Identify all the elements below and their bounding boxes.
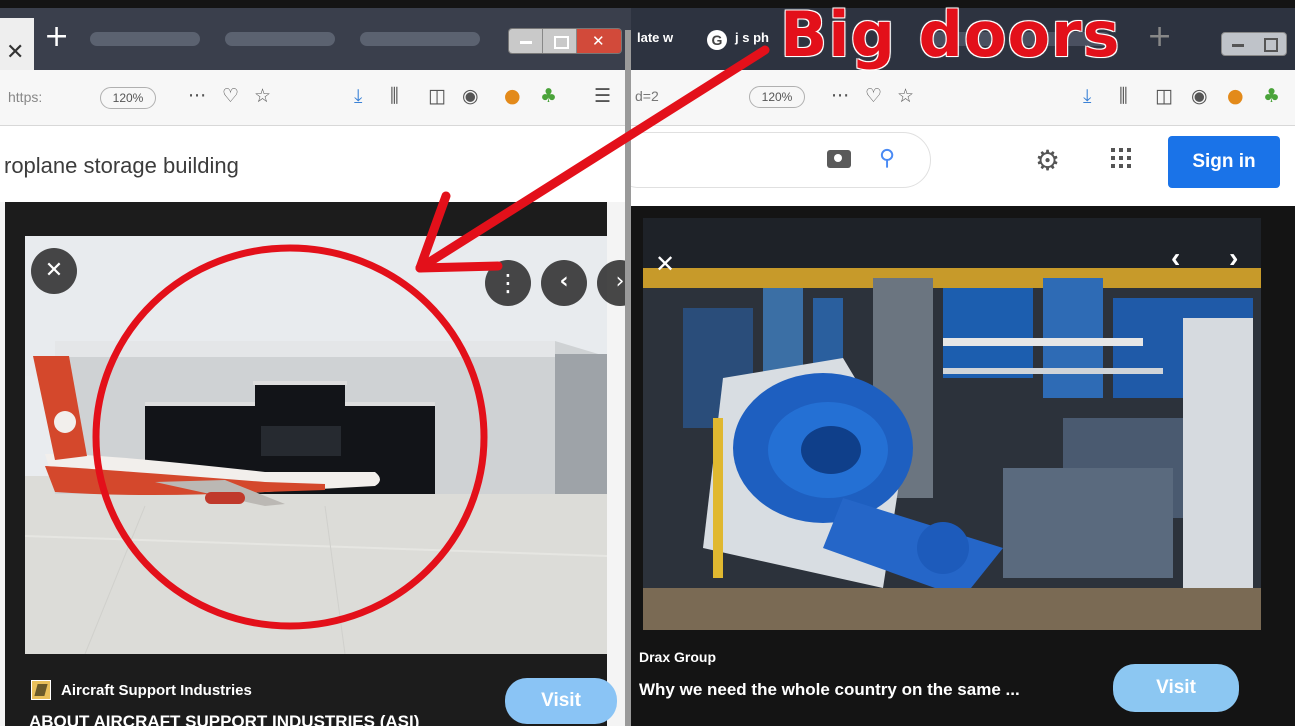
close-tab-icon[interactable]: ✕ <box>6 40 24 65</box>
left-browser-window: ✕ + https: 120% ··· ♡ ☆ ⤓ ⫼ ◫ ◉ ● ♣ ☰ ro… <box>0 8 632 726</box>
more-icon[interactable]: ··· <box>831 85 849 107</box>
left-image-viewer: ✕ ⋮ ‹ › Aircraft Support Industries ABOU… <box>5 202 632 726</box>
result-title[interactable]: Why we need the whole country on the sam… <box>639 680 1020 700</box>
download-icon[interactable]: ⤓ <box>1083 85 1091 107</box>
result-source[interactable]: Aircraft Support Industries <box>31 680 252 700</box>
extension-icon[interactable]: ● <box>504 85 521 107</box>
maximize-button[interactable] <box>1254 33 1286 55</box>
minimize-button[interactable] <box>1222 33 1254 55</box>
visit-button[interactable]: Visit <box>505 678 617 724</box>
left-nav-bar: https: 120% ··· ♡ ☆ ⤓ ⫼ ◫ ◉ ● ♣ ☰ <box>0 70 632 126</box>
previous-image-icon[interactable]: ‹ <box>1171 242 1180 274</box>
right-browser-window: late w G j s ph + d=2 120% ··· ♡ ☆ ⤓ ⫼ ◫… <box>631 8 1295 726</box>
blurred-tab[interactable] <box>225 32 335 46</box>
annotation-label: Big doors <box>780 0 1121 71</box>
sidebar-icon[interactable]: ◫ <box>428 85 446 107</box>
left-tab-bar: ✕ + <box>0 8 632 70</box>
pocket-icon[interactable]: ♡ <box>222 85 239 107</box>
blurred-tab[interactable] <box>360 32 480 46</box>
account-icon[interactable]: ◉ <box>1191 85 1208 107</box>
extension-icon[interactable]: ● <box>1227 85 1244 107</box>
source-name: Aircraft Support Industries <box>61 681 252 699</box>
gear-icon[interactable]: ⚙ <box>1035 144 1060 177</box>
pocket-icon[interactable]: ♡ <box>865 85 882 107</box>
power-plant-photo[interactable] <box>643 218 1261 630</box>
window-controls <box>1221 32 1287 56</box>
url-field[interactable]: https: <box>8 89 42 105</box>
account-icon[interactable]: ◉ <box>462 85 479 107</box>
zoom-indicator[interactable]: 120% <box>749 86 805 108</box>
minimize-button[interactable] <box>509 29 543 53</box>
new-tab-icon[interactable]: + <box>44 22 69 52</box>
zoom-indicator[interactable]: 120% <box>100 87 156 109</box>
download-icon[interactable]: ⤓ <box>354 85 362 107</box>
next-image-icon[interactable]: › <box>1229 242 1238 274</box>
visit-button[interactable]: Visit <box>1113 664 1239 712</box>
url-field[interactable]: d=2 <box>635 88 659 104</box>
left-active-tab[interactable]: ✕ <box>0 18 34 70</box>
right-nav-bar: d=2 120% ··· ♡ ☆ ⤓ ⫼ ◫ ◉ ● ♣ <box>631 70 1295 126</box>
tab-label[interactable]: j s ph <box>735 30 769 45</box>
source-name[interactable]: Drax Group <box>639 649 716 665</box>
camera-icon[interactable] <box>827 150 851 168</box>
more-options-icon[interactable]: ⋮ <box>485 260 531 306</box>
library-icon[interactable]: ⫼ <box>390 85 399 107</box>
tab-label[interactable]: late w <box>637 30 673 45</box>
more-icon[interactable]: ··· <box>188 85 206 107</box>
search-query[interactable]: roplane storage building <box>4 153 239 179</box>
search-icon[interactable]: ⚲ <box>879 146 895 171</box>
google-icon: G <box>707 30 727 50</box>
result-title[interactable]: ABOUT AIRCRAFT SUPPORT INDUSTRIES (ASI) <box>29 712 419 726</box>
star-icon[interactable]: ☆ <box>254 85 271 107</box>
sidebar-icon[interactable]: ◫ <box>1155 85 1173 107</box>
right-image-viewer: ✕ ‹ › Drax Group Why we need the whole c… <box>631 206 1295 726</box>
google-header: ⚲ ⚙ Sign in <box>631 126 1295 206</box>
library-icon[interactable]: ⫼ <box>1119 85 1128 107</box>
close-viewer-icon[interactable]: ✕ <box>655 250 675 278</box>
star-icon[interactable]: ☆ <box>897 85 914 107</box>
close-viewer-icon[interactable]: ✕ <box>31 248 77 294</box>
maximize-button[interactable] <box>543 29 577 53</box>
left-search-area: roplane storage building <box>0 126 632 202</box>
addon-icon[interactable]: ♣ <box>540 85 557 107</box>
site-favicon-icon <box>31 680 51 700</box>
sign-in-button[interactable]: Sign in <box>1168 136 1280 188</box>
new-tab-icon[interactable]: + <box>1147 22 1172 52</box>
apps-grid-icon[interactable] <box>1111 148 1131 168</box>
close-window-button[interactable] <box>577 29 621 53</box>
blurred-tab[interactable] <box>90 32 200 46</box>
previous-image-icon[interactable]: ‹ <box>541 260 587 306</box>
menu-icon[interactable]: ☰ <box>594 85 611 107</box>
window-controls <box>508 28 622 54</box>
addon-icon[interactable]: ♣ <box>1263 85 1280 107</box>
